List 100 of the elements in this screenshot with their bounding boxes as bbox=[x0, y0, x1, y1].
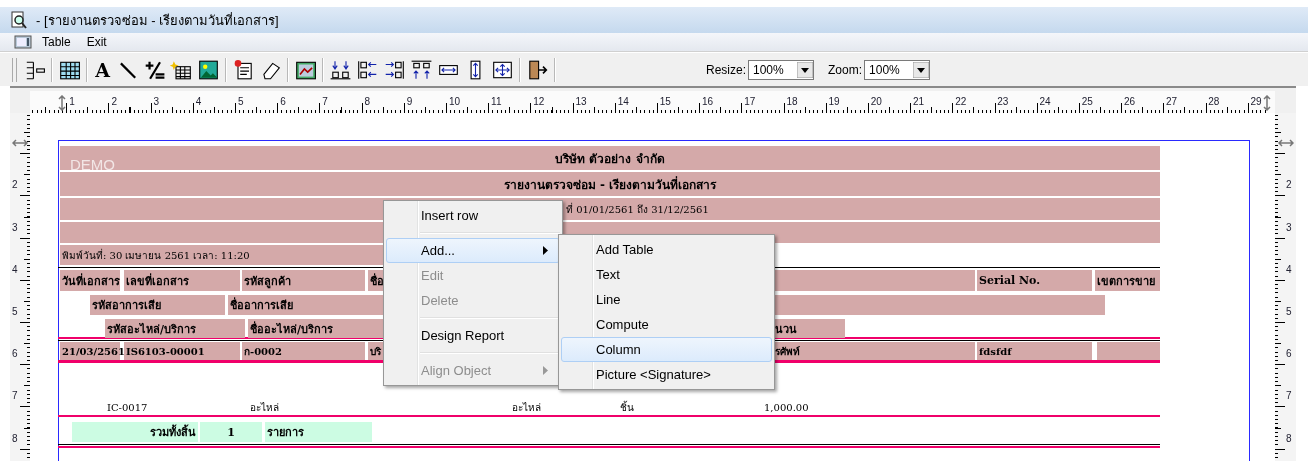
ruler-number: 4 bbox=[195, 96, 202, 107]
total-field: 1 bbox=[200, 422, 262, 442]
menu-item[interactable]: Table bbox=[36, 35, 77, 49]
ruler-number: 12 bbox=[533, 96, 545, 107]
ruler-number: 8 bbox=[364, 96, 371, 107]
ruler-number: 24 bbox=[1039, 96, 1051, 107]
menu-item[interactable]: Column bbox=[561, 337, 772, 362]
ruler-number: 27 bbox=[1166, 96, 1178, 107]
ruler-number: 3 bbox=[1285, 220, 1293, 235]
ruler-number: 4 bbox=[1285, 262, 1293, 277]
ruler-number: 28 bbox=[1208, 96, 1220, 107]
ruler-number: 23 bbox=[997, 96, 1009, 107]
ruler-number: 19 bbox=[828, 96, 840, 107]
dropdown-arrow-icon[interactable] bbox=[797, 61, 813, 78]
ruler-number: 25 bbox=[1081, 96, 1093, 107]
resize-label: Resize: bbox=[706, 62, 746, 77]
data-field: ก-0002 bbox=[242, 342, 365, 360]
column-label: เขตการขาย bbox=[1095, 270, 1160, 291]
window-icon[interactable] bbox=[14, 35, 32, 49]
ruler-number: 3 bbox=[11, 220, 19, 235]
detail-field: อะไหล่ bbox=[510, 399, 590, 415]
submenu-arrow-icon bbox=[543, 366, 549, 375]
detail-field: IC-0017 bbox=[105, 399, 205, 415]
ruler-number: 3 bbox=[153, 96, 160, 107]
ruler-number: 22 bbox=[955, 96, 967, 107]
note-icon[interactable] bbox=[232, 58, 255, 81]
ruler-number: 5 bbox=[11, 304, 19, 319]
resize-handle-icon[interactable] bbox=[12, 138, 28, 148]
ruler-number: 16 bbox=[702, 96, 714, 107]
menu-item[interactable]: Add Table bbox=[561, 237, 772, 262]
detail-field: อะไหล่ bbox=[248, 399, 348, 415]
ruler-number: 5 bbox=[237, 96, 244, 107]
submenu-arrow-icon bbox=[543, 246, 549, 255]
detail-field: 1,000.00 bbox=[762, 399, 852, 415]
total-field: รวมทั้งสิ้น bbox=[72, 422, 198, 442]
align-bottom-icon[interactable] bbox=[329, 58, 352, 81]
column-label: นวน bbox=[773, 319, 845, 338]
exit-door-icon[interactable] bbox=[526, 58, 549, 81]
ruler-number: 9 bbox=[406, 96, 413, 107]
menu-item[interactable]: Compute bbox=[561, 312, 772, 337]
dropdown-arrow-icon[interactable] bbox=[913, 61, 930, 78]
ruler-number: 11 bbox=[491, 96, 502, 107]
menu-item[interactable]: Design Report bbox=[386, 323, 560, 348]
ruler-number: 29 bbox=[1250, 96, 1262, 107]
resize-handle-icon[interactable] bbox=[1278, 138, 1294, 148]
ruler-number: 6 bbox=[1285, 347, 1293, 362]
ruler-number: 13 bbox=[575, 96, 587, 107]
data-field: รศัพท์ bbox=[773, 342, 975, 360]
column-label: Serial No. bbox=[977, 270, 1092, 291]
ruler-number: 1 bbox=[69, 96, 75, 107]
ruler-number: 18 bbox=[786, 96, 798, 107]
data-field: IS6103-00001 bbox=[124, 342, 240, 360]
ruler-number: 6 bbox=[280, 96, 286, 107]
ruler-number: 26 bbox=[1123, 96, 1135, 107]
ruler-number: 20 bbox=[870, 96, 882, 107]
align-right-icon[interactable] bbox=[383, 58, 406, 81]
report-band bbox=[1097, 342, 1160, 360]
menu-item: Align Object bbox=[386, 358, 560, 383]
ruler-number: 6 bbox=[11, 347, 19, 362]
ruler-number: 21 bbox=[912, 96, 925, 107]
ruler-number: 2 bbox=[11, 178, 19, 193]
zoom-label: Zoom: bbox=[828, 62, 863, 77]
report-title: รายงานตรวจซ่อม - เรียงตามวันที่เอกสาร bbox=[60, 172, 1160, 196]
text-tool-button[interactable]: A bbox=[91, 58, 114, 81]
menu-item[interactable]: Exit bbox=[80, 35, 113, 49]
detail-field: ชิ้น bbox=[618, 399, 678, 415]
resize-handle-icon[interactable] bbox=[57, 95, 67, 111]
ruler-number: 7 bbox=[1285, 389, 1293, 404]
window-title: - [รายงานตรวจซ่อม - เรียงตามวันที่เอกสาร] bbox=[36, 11, 279, 30]
menu-item: Delete bbox=[420, 292, 460, 310]
ruler-number: 7 bbox=[322, 96, 328, 107]
column-label: เลขที่เอกสาร bbox=[124, 270, 240, 291]
data-field: fdsfdf bbox=[977, 342, 1092, 360]
menu-item[interactable]: Add... bbox=[386, 238, 560, 263]
document-search-icon bbox=[10, 11, 28, 29]
ruler-number: 14 bbox=[617, 96, 629, 107]
column-label: รหัสอาการเสีย bbox=[90, 295, 225, 315]
ruler-number: 17 bbox=[744, 96, 756, 107]
ruler-number: 2 bbox=[1285, 178, 1293, 193]
ruler-number: 5 bbox=[1285, 304, 1293, 319]
ruler-number: 8 bbox=[1285, 431, 1293, 446]
column-label: วันที่เอกสาร bbox=[60, 270, 120, 291]
menu-item: Edit bbox=[420, 267, 445, 285]
resize-dropdown[interactable]: 100% bbox=[748, 59, 814, 80]
ruler-number: 2 bbox=[111, 96, 117, 107]
total-field: รายการ bbox=[265, 422, 372, 442]
column-label: รหัสลูกค้า bbox=[242, 270, 365, 291]
ruler-number: 4 bbox=[11, 262, 19, 277]
ruler-number: 15 bbox=[659, 96, 671, 107]
resize-handle-icon[interactable] bbox=[1262, 95, 1272, 111]
align-top-icon[interactable] bbox=[410, 58, 433, 81]
menu-item[interactable]: Picture <Signature> bbox=[561, 362, 772, 387]
ruler-number: 8 bbox=[11, 431, 19, 446]
ruler-number: 10 bbox=[448, 96, 460, 107]
align-left-icon[interactable] bbox=[356, 58, 379, 81]
column-label: รหัสอะไหล่/บริการ bbox=[105, 319, 245, 338]
picture-icon[interactable] bbox=[197, 58, 220, 81]
ruler-number: 7 bbox=[11, 389, 19, 404]
demo-label: DEMO bbox=[70, 156, 115, 173]
zoom-dropdown[interactable]: 100% bbox=[864, 59, 931, 80]
